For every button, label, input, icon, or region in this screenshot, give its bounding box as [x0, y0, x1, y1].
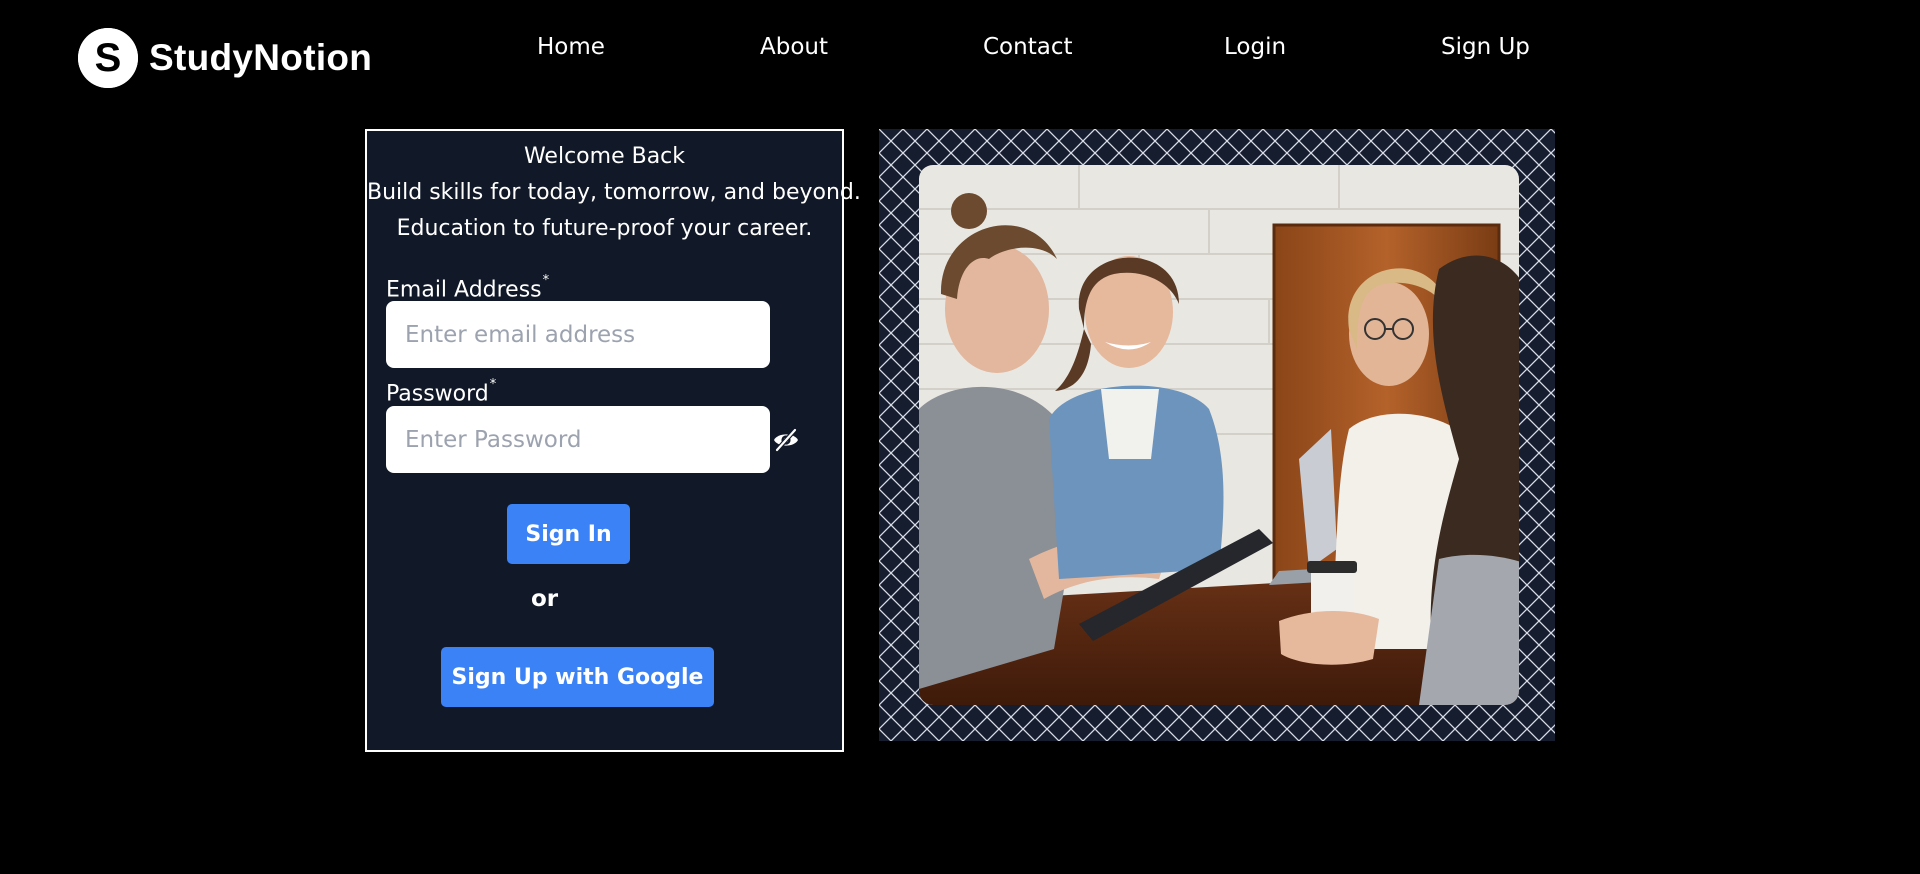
nav-contact-link[interactable]: Contact — [983, 30, 1072, 64]
svg-text:S: S — [95, 36, 122, 80]
eye-off-icon[interactable] — [771, 425, 801, 455]
sign-in-button[interactable]: Sign In — [507, 504, 630, 564]
group-photo — [919, 165, 1519, 705]
intro-text: Welcome Back Build skills for today, tom… — [367, 139, 861, 247]
nav-home-link[interactable]: Home — [537, 30, 605, 64]
password-required-mark: * — [489, 377, 497, 392]
nav-login-link[interactable]: Login — [1224, 30, 1286, 64]
hero-image-frame — [879, 129, 1555, 741]
password-label-text: Password — [386, 381, 489, 407]
email-input[interactable] — [386, 301, 770, 368]
nav-about-link[interactable]: About — [760, 30, 828, 64]
welcome-heading: Welcome Back — [523, 144, 686, 169]
google-signup-button[interactable]: Sign Up with Google — [441, 647, 714, 707]
tagline-line-1: Build skills for today, tomorrow, and be… — [367, 180, 861, 205]
or-separator: or — [531, 586, 559, 612]
nav-signup-link[interactable]: Sign Up — [1441, 30, 1530, 64]
password-label: Password* — [386, 374, 496, 409]
email-label-text: Email Address — [386, 277, 542, 303]
brand-logo[interactable]: S StudyNotion — [78, 27, 372, 89]
password-input[interactable] — [386, 406, 770, 473]
tagline-line-2: Education to future-proof your career. — [396, 216, 813, 241]
hero-image — [879, 129, 1555, 741]
login-card: Welcome Back Build skills for today, tom… — [365, 129, 861, 752]
logo-s-icon: S — [78, 28, 138, 88]
email-required-mark: * — [542, 273, 550, 288]
brand-name: StudyNotion — [149, 37, 373, 78]
